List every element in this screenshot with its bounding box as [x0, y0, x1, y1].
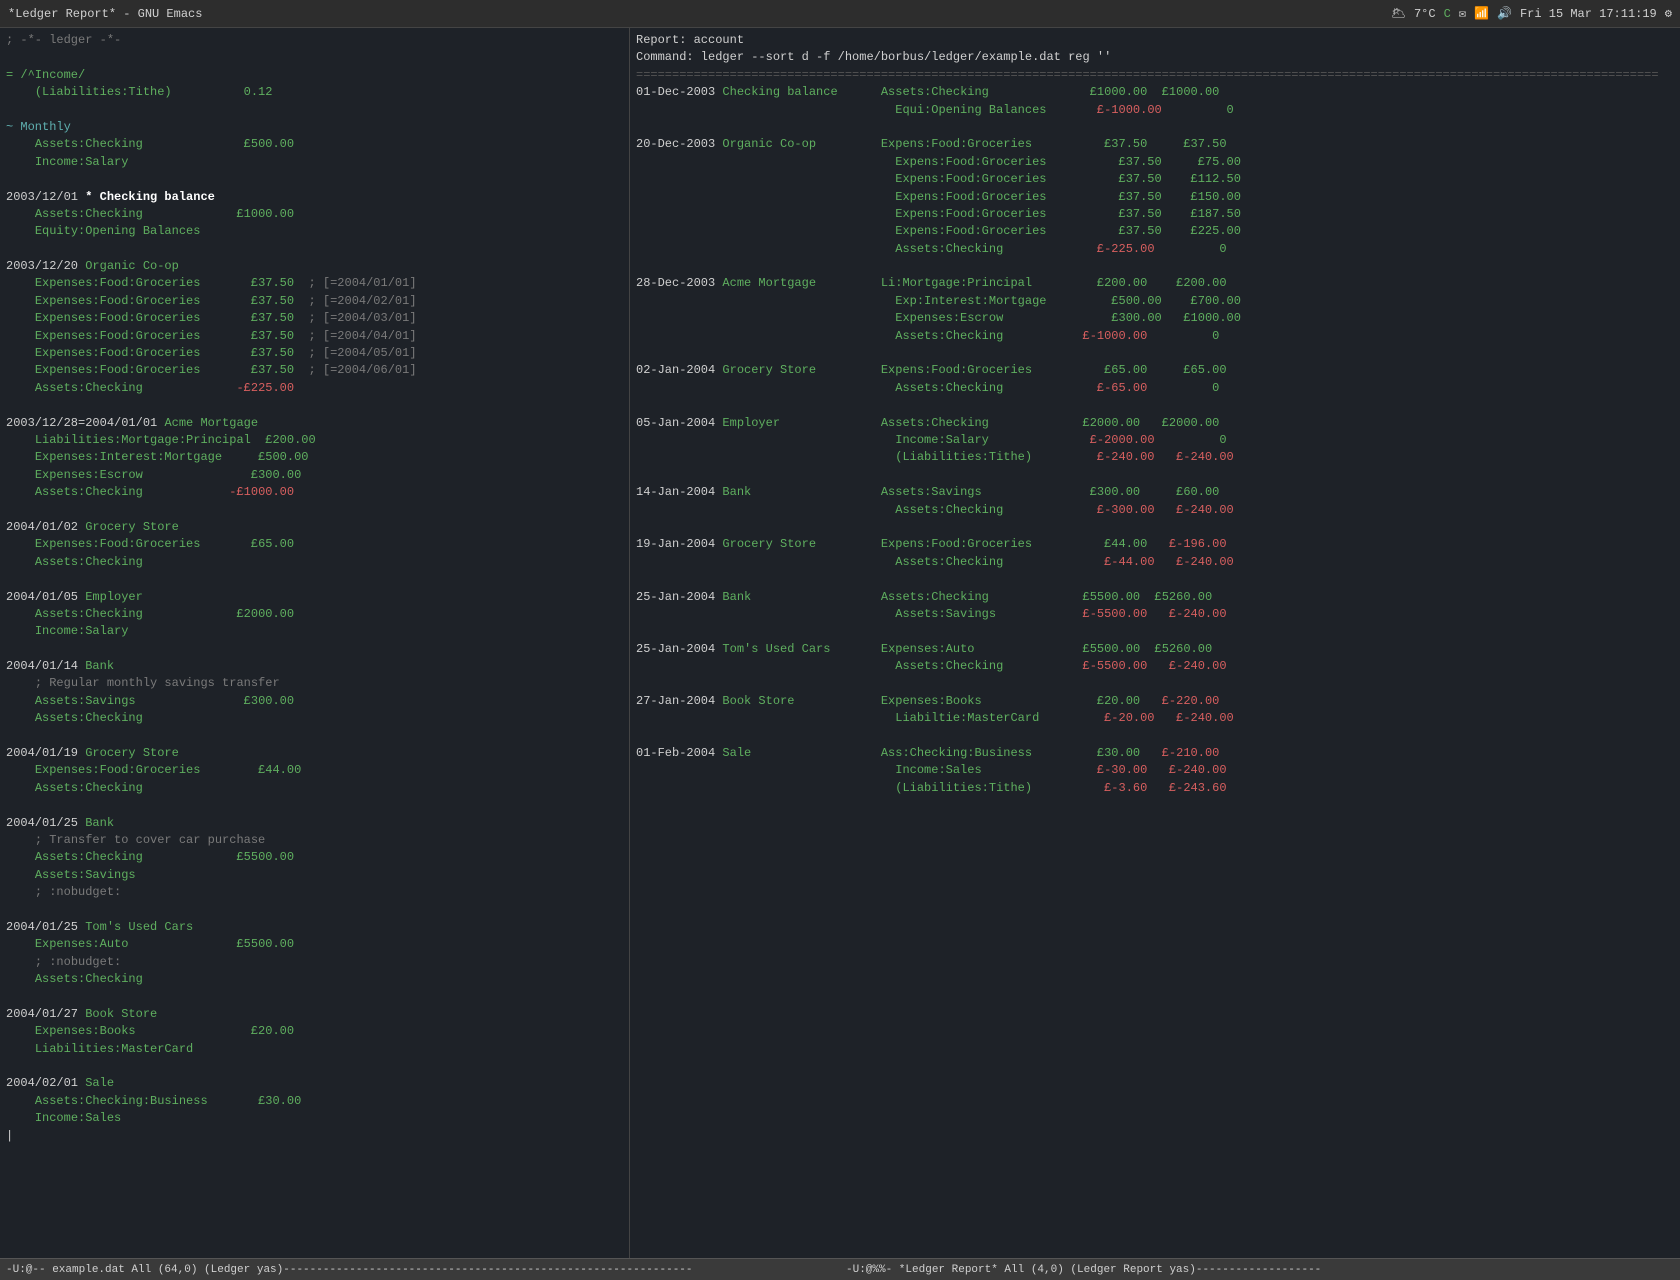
network-icon[interactable]: 📶 [1474, 6, 1489, 21]
statusbar: -U:@-- example.dat All (64,0) (Ledger ya… [0, 1258, 1680, 1280]
right-status-text: -U:@%%- *Ledger Report* All (4,0) (Ledge… [846, 1264, 1321, 1276]
right-pane: Report: account Command: ledger --sort d… [630, 28, 1680, 1258]
settings-icon[interactable]: ⚙ [1665, 6, 1672, 21]
main-area: ; -*- ledger -*- = /^Income/ (Liabilitie… [0, 28, 1680, 1258]
right-report-content: Report: account Command: ledger --sort d… [636, 32, 1674, 797]
statusbar-right: -U:@%%- *Ledger Report* All (4,0) (Ledge… [840, 1264, 1680, 1276]
titlebar-title: *Ledger Report* - GNU Emacs [8, 7, 202, 21]
statusbar-left: -U:@-- example.dat All (64,0) (Ledger ya… [0, 1264, 840, 1276]
mail-icon[interactable]: ✉ [1459, 6, 1466, 21]
left-pane: ; -*- ledger -*- = /^Income/ (Liabilitie… [0, 28, 630, 1258]
titlebar: *Ledger Report* - GNU Emacs 🌥 7°C C ✉ 📶 … [0, 0, 1680, 28]
left-status-text: -U:@-- example.dat All (64,0) (Ledger ya… [6, 1264, 693, 1276]
weather-icon: 🌥 [1391, 6, 1406, 21]
volume-icon[interactable]: 🔊 [1497, 6, 1512, 21]
titlebar-right: 🌥 7°C C ✉ 📶 🔊 Fri 15 Mar 17:11:19 ⚙ [1391, 6, 1672, 21]
temperature: 7°C [1414, 7, 1436, 21]
left-editor-content[interactable]: ; -*- ledger -*- = /^Income/ (Liabilitie… [6, 32, 623, 1145]
refresh-icon[interactable]: C [1444, 7, 1451, 21]
clock: Fri 15 Mar 17:11:19 [1520, 7, 1657, 21]
